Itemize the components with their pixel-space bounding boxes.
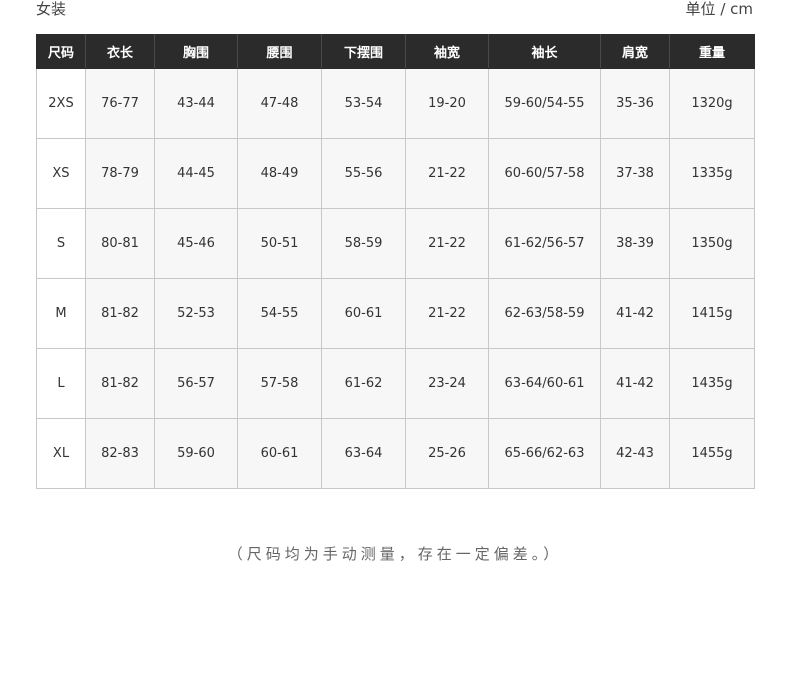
cell-sleeve-width: 25-26 [405, 418, 489, 489]
column-header-waist: 腰围 [237, 34, 322, 69]
table-row: M 81-82 52-53 54-55 60-61 21-22 62-63/58… [36, 278, 755, 349]
cell-hem: 60-61 [321, 278, 406, 349]
column-header-length: 衣长 [85, 34, 155, 69]
column-header-weight: 重量 [669, 34, 755, 69]
cell-shoulder: 42-43 [600, 418, 670, 489]
column-header-shoulder: 肩宽 [600, 34, 670, 69]
cell-chest: 56-57 [154, 348, 238, 419]
cell-shoulder: 35-36 [600, 68, 670, 139]
category-title: 女装 [36, 0, 67, 18]
cell-sleeve-length: 59-60/54-55 [488, 68, 601, 139]
table-row: 2XS 76-77 43-44 47-48 53-54 19-20 59-60/… [36, 68, 755, 139]
cell-length: 82-83 [85, 418, 155, 489]
cell-sleeve-width: 19-20 [405, 68, 489, 139]
cell-waist: 50-51 [237, 208, 322, 279]
cell-waist: 60-61 [237, 418, 322, 489]
cell-chest: 52-53 [154, 278, 238, 349]
measurement-note: （尺码均为手动测量，存在一定偏差。） [227, 545, 563, 563]
cell-hem: 53-54 [321, 68, 406, 139]
cell-chest: 45-46 [154, 208, 238, 279]
cell-sleeve-length: 63-64/60-61 [488, 348, 601, 419]
unit-label: 单位 / cm [685, 0, 753, 18]
cell-size: L [36, 348, 86, 419]
cell-length: 80-81 [85, 208, 155, 279]
cell-hem: 58-59 [321, 208, 406, 279]
cell-weight: 1415g [669, 278, 755, 349]
cell-length: 76-77 [85, 68, 155, 139]
cell-size: XS [36, 138, 86, 209]
cell-sleeve-length: 61-62/56-57 [488, 208, 601, 279]
size-chart-table: 尺码 衣长 胸围 腰围 下摆围 袖宽 袖长 肩宽 重量 2XS 76-77 43… [36, 34, 755, 489]
column-header-hem: 下摆围 [321, 34, 406, 69]
cell-length: 81-82 [85, 348, 155, 419]
cell-hem: 55-56 [321, 138, 406, 209]
column-header-sleeve-length: 袖长 [488, 34, 601, 69]
cell-weight: 1320g [669, 68, 755, 139]
cell-shoulder: 41-42 [600, 348, 670, 419]
cell-weight: 1455g [669, 418, 755, 489]
cell-size: 2XS [36, 68, 86, 139]
cell-waist: 47-48 [237, 68, 322, 139]
table-row: L 81-82 56-57 57-58 61-62 23-24 63-64/60… [36, 348, 755, 419]
cell-size: XL [36, 418, 86, 489]
cell-sleeve-width: 21-22 [405, 138, 489, 209]
cell-sleeve-length: 62-63/58-59 [488, 278, 601, 349]
cell-chest: 44-45 [154, 138, 238, 209]
column-header-chest: 胸围 [154, 34, 238, 69]
cell-sleeve-length: 60-60/57-58 [488, 138, 601, 209]
table-row: S 80-81 45-46 50-51 58-59 21-22 61-62/56… [36, 208, 755, 279]
column-header-size: 尺码 [36, 34, 86, 69]
cell-waist: 54-55 [237, 278, 322, 349]
cell-hem: 61-62 [321, 348, 406, 419]
cell-length: 78-79 [85, 138, 155, 209]
cell-sleeve-width: 21-22 [405, 278, 489, 349]
cell-weight: 1435g [669, 348, 755, 419]
cell-size: M [36, 278, 86, 349]
cell-length: 81-82 [85, 278, 155, 349]
column-header-sleeve-width: 袖宽 [405, 34, 489, 69]
cell-chest: 59-60 [154, 418, 238, 489]
table-row: XS 78-79 44-45 48-49 55-56 21-22 60-60/5… [36, 138, 755, 209]
cell-sleeve-length: 65-66/62-63 [488, 418, 601, 489]
cell-shoulder: 38-39 [600, 208, 670, 279]
cell-chest: 43-44 [154, 68, 238, 139]
cell-shoulder: 37-38 [600, 138, 670, 209]
cell-shoulder: 41-42 [600, 278, 670, 349]
table-row: XL 82-83 59-60 60-61 63-64 25-26 65-66/6… [36, 418, 755, 489]
cell-hem: 63-64 [321, 418, 406, 489]
table-header-row: 尺码 衣长 胸围 腰围 下摆围 袖宽 袖长 肩宽 重量 [36, 34, 755, 69]
cell-weight: 1350g [669, 208, 755, 279]
cell-sleeve-width: 23-24 [405, 348, 489, 419]
cell-waist: 48-49 [237, 138, 322, 209]
cell-sleeve-width: 21-22 [405, 208, 489, 279]
cell-waist: 57-58 [237, 348, 322, 419]
cell-size: S [36, 208, 86, 279]
cell-weight: 1335g [669, 138, 755, 209]
